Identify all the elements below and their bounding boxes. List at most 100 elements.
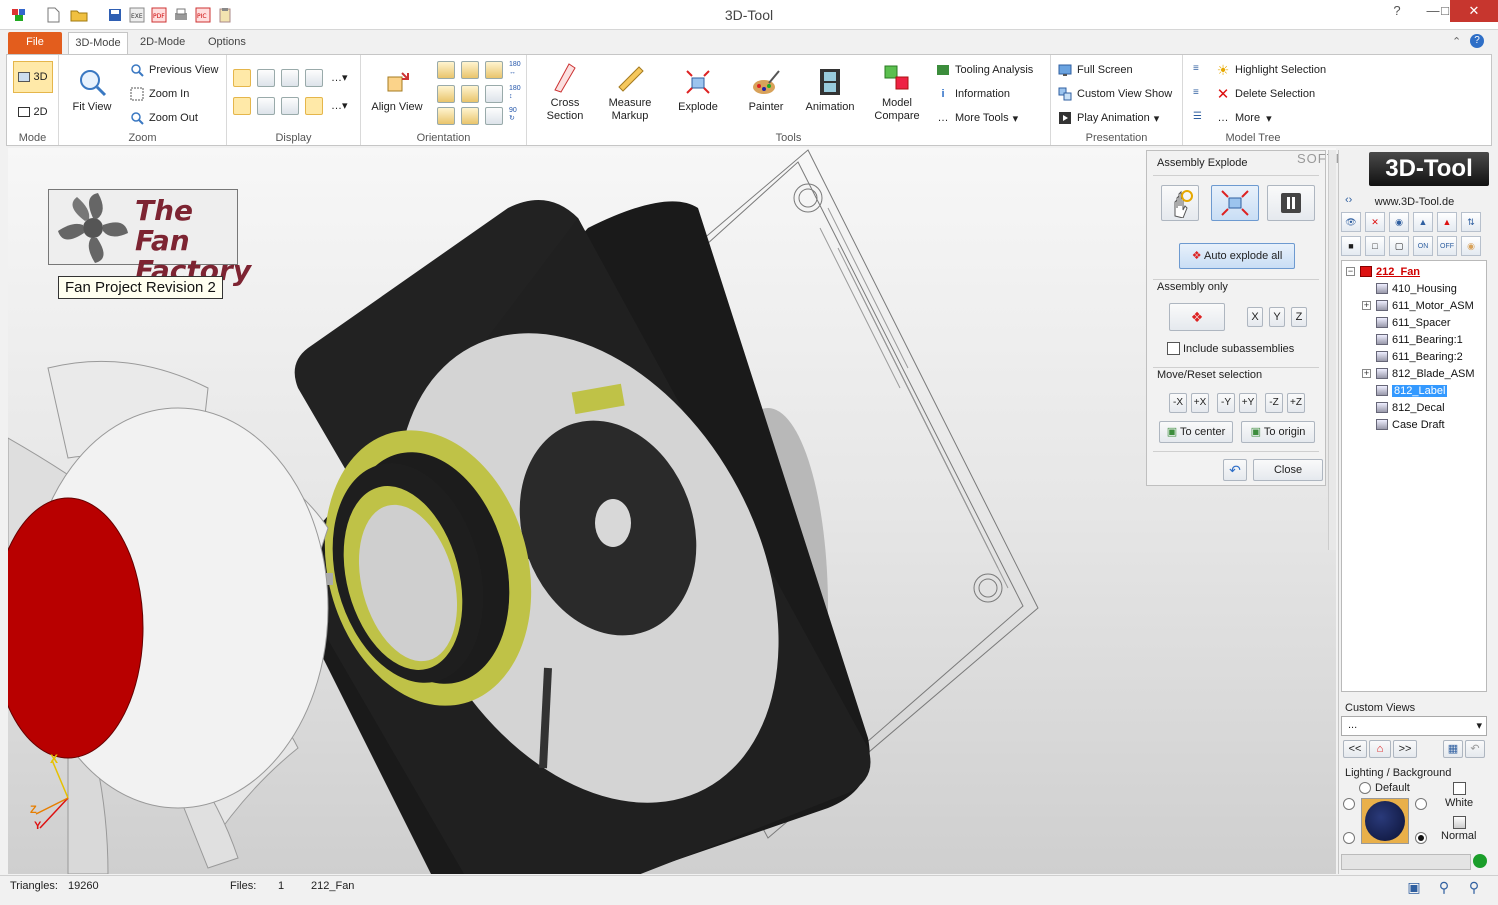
custom-view-show-button[interactable]: Custom View Show	[1057, 85, 1172, 103]
to-origin-button[interactable]: ▣ To origin	[1241, 421, 1315, 443]
shaded-edges-icon[interactable]	[257, 69, 275, 87]
help-circle-icon[interactable]: ?	[1470, 34, 1484, 48]
move-plus-z-button[interactable]: +Z	[1287, 393, 1305, 413]
explode-animate-button[interactable]	[1211, 185, 1259, 221]
zoom-out-button[interactable]: Zoom Out	[129, 109, 198, 127]
move-minus-z-button[interactable]: -Z	[1265, 393, 1283, 413]
show-icon[interactable]: 👁	[1341, 212, 1361, 232]
off-toggle-icon[interactable]: OFF	[1437, 236, 1457, 256]
collapse-ribbon-icon[interactable]: ⌃	[1452, 35, 1461, 48]
tab-file[interactable]: File	[8, 32, 62, 54]
help-icon[interactable]: ?	[1380, 0, 1414, 22]
zoom-in-button[interactable]: Zoom In	[129, 85, 189, 103]
fit-status-icon[interactable]: ▣	[1404, 879, 1424, 897]
tab-3d-mode[interactable]: 3D-Mode	[68, 32, 128, 54]
auto-explode-all-button[interactable]: ❖ Auto explode all	[1179, 243, 1295, 269]
rotate-180-h-icon[interactable]: 180 ↔	[509, 61, 521, 77]
tab-2d-mode[interactable]: 2D-Mode	[134, 32, 191, 54]
cross-section-button[interactable]: Cross Section	[541, 61, 589, 123]
on-toggle-icon[interactable]: ON	[1413, 236, 1433, 256]
painter-button[interactable]: Painter	[743, 65, 789, 114]
model-tree-more-button[interactable]: … More ▾	[1215, 109, 1272, 127]
smooth-edges-icon[interactable]	[233, 97, 251, 115]
edge-lines-icon[interactable]	[257, 97, 275, 115]
panel-splitter[interactable]	[1328, 150, 1336, 550]
normal-background-radio[interactable]	[1415, 832, 1427, 844]
view-left-icon[interactable]	[437, 85, 455, 103]
tree-item-611-motor-asm[interactable]: 611_Motor_ASM	[1376, 298, 1474, 313]
mode-2d-button[interactable]: 2D	[13, 101, 53, 123]
move-plus-y-button[interactable]: +Y	[1239, 393, 1257, 413]
undo-icon[interactable]: ↶	[1223, 459, 1247, 481]
view-iso-icon[interactable]	[485, 61, 503, 79]
hidden-edge-icon[interactable]: □	[1365, 236, 1385, 256]
full-screen-button[interactable]: Full Screen	[1057, 61, 1133, 79]
shaded-display-icon[interactable]	[233, 69, 251, 87]
tree-item-611-spacer[interactable]: 611_Spacer	[1376, 315, 1451, 330]
save-view-icon[interactable]: ▦	[1443, 740, 1463, 758]
close-panel-button[interactable]: Close	[1253, 459, 1323, 481]
tree-item-611-bearing-2[interactable]: 611_Bearing:2	[1376, 349, 1463, 364]
tooling-analysis-button[interactable]: Tooling Analysis	[935, 61, 1033, 79]
tree-item-case-draft[interactable]: Case Draft	[1376, 417, 1445, 432]
axis-y-button[interactable]: Y	[1269, 307, 1285, 327]
solid-icon[interactable]: ■	[1341, 236, 1361, 256]
wire-icon[interactable]: ▢	[1389, 236, 1409, 256]
lighting-radio-2[interactable]	[1343, 832, 1355, 844]
white-background-radio[interactable]	[1415, 798, 1427, 810]
more-tools-button[interactable]: … More Tools ▾	[935, 109, 1019, 127]
isolate-icon[interactable]: ▲	[1413, 212, 1433, 232]
measure-markup-button[interactable]: Measure Markup	[605, 61, 655, 123]
zoom-status-icon[interactable]: ⚲	[1434, 879, 1454, 897]
to-center-button[interactable]: ▣ To center	[1159, 421, 1233, 443]
rotate-90-icon[interactable]: 90 ↻	[509, 107, 517, 123]
animation-button[interactable]: Animation	[803, 65, 857, 114]
highlight-selection-button[interactable]: ☀ Highlight Selection	[1215, 61, 1326, 79]
information-button[interactable]: i Information	[935, 85, 1010, 103]
lighting-preview[interactable]	[1361, 798, 1409, 844]
pause-button[interactable]	[1267, 185, 1315, 221]
tab-options[interactable]: Options	[202, 32, 252, 54]
palette-icon[interactable]: ◉	[1461, 236, 1481, 256]
explode-button[interactable]: Explode	[675, 65, 721, 114]
swap-visibility-icon[interactable]: ⇅	[1461, 212, 1481, 232]
hide-selected-icon[interactable]: ▲	[1437, 212, 1457, 232]
close-window-button[interactable]: ✕	[1450, 0, 1498, 22]
tree-item-410-housing[interactable]: 410_Housing	[1376, 281, 1457, 296]
show-all-icon[interactable]: ◉	[1389, 212, 1409, 232]
view-dimetric-icon[interactable]	[485, 85, 503, 103]
tree-expand-toggle[interactable]: +	[1362, 369, 1371, 378]
tree-item-812-label[interactable]: 812_Label	[1376, 383, 1448, 398]
tree-collapse-icon[interactable]: ≡	[1193, 87, 1199, 98]
delete-selection-button[interactable]: ✕ Delete Selection	[1215, 85, 1315, 103]
tree-item-611-bearing-1[interactable]: 611_Bearing:1	[1376, 332, 1463, 347]
points-icon[interactable]	[281, 97, 299, 115]
move-minus-x-button[interactable]: -X	[1169, 393, 1187, 413]
move-plus-x-button[interactable]: +X	[1191, 393, 1209, 413]
view-bottom-icon[interactable]	[461, 107, 479, 125]
display-more-dropdown-2[interactable]: …▾	[331, 99, 348, 112]
explode-mouse-button[interactable]	[1161, 185, 1199, 221]
view-back-icon[interactable]	[461, 61, 479, 79]
tree-item-812-blade-asm[interactable]: 812_Blade_ASM	[1376, 366, 1475, 381]
axis-x-button[interactable]: X	[1247, 307, 1263, 327]
transparency-icon[interactable]	[305, 97, 323, 115]
hide-icon[interactable]: ✕	[1365, 212, 1385, 232]
zoom-in-status-icon[interactable]: ⚲	[1464, 879, 1484, 897]
3d-viewport[interactable]: X Y Z The Fan Factory Fan Project Revisi…	[8, 148, 1336, 874]
play-animation-button[interactable]: Play Animation ▾	[1057, 109, 1159, 127]
assembly-explode-button[interactable]: ❖	[1169, 303, 1225, 331]
custom-views-select[interactable]: ... ▾	[1341, 716, 1487, 736]
fit-view-button[interactable]: Fit View	[67, 65, 117, 114]
align-view-button[interactable]: Align View	[367, 65, 427, 114]
display-more-dropdown[interactable]: …▾	[331, 71, 348, 84]
hidden-line-icon[interactable]	[281, 69, 299, 87]
tree-item-212-fan[interactable]: 212_Fan	[1360, 264, 1420, 279]
tree-item-812-decal[interactable]: 812_Decal	[1376, 400, 1445, 415]
previous-view-button[interactable]: Previous View	[129, 61, 219, 79]
include-subassemblies-checkbox[interactable]	[1167, 342, 1180, 355]
lighting-radio-1[interactable]	[1343, 798, 1355, 810]
view-top-icon[interactable]	[437, 107, 455, 125]
tree-expand-toggle[interactable]: −	[1346, 267, 1355, 276]
view-right-icon[interactable]	[461, 85, 479, 103]
